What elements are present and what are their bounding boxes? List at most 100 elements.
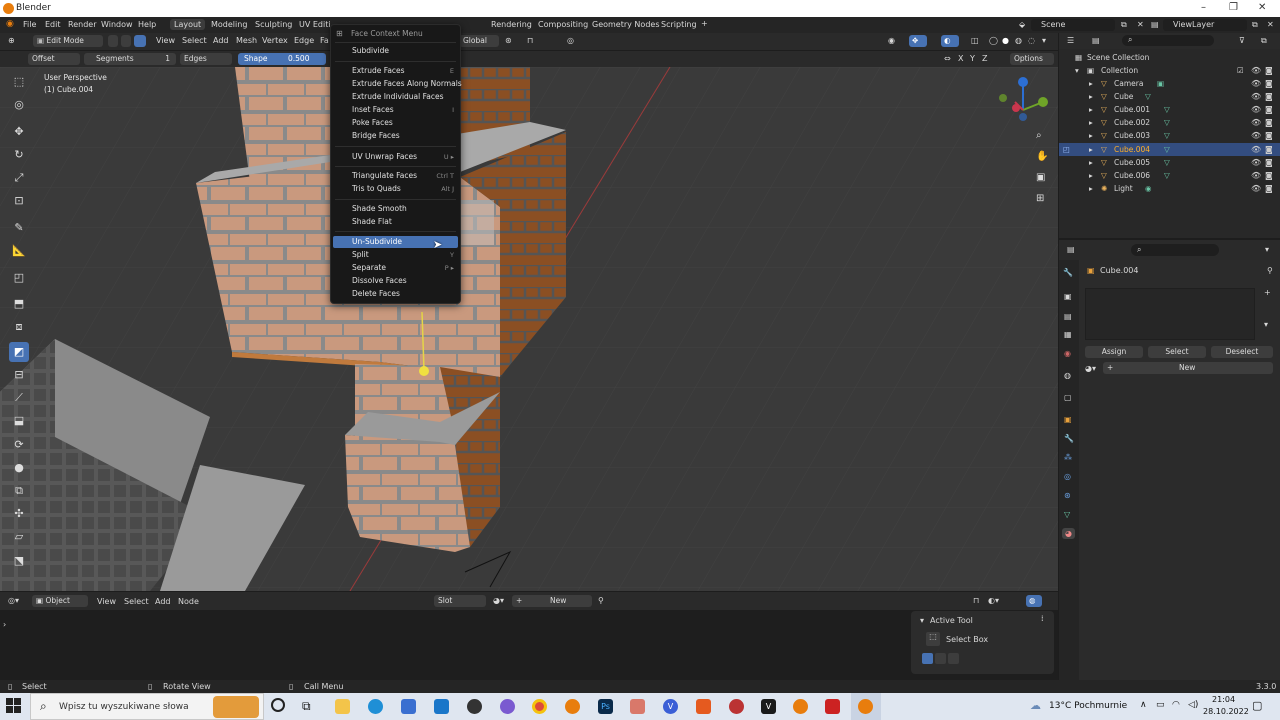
weather-text[interactable]: 13°C Pochmurnie xyxy=(1049,701,1127,711)
app-v-icon[interactable]: V xyxy=(663,699,678,714)
menu-item-tris-to-quads[interactable]: Tris to Quads Alt J xyxy=(333,183,458,195)
options-dropdown[interactable]: Options xyxy=(1010,53,1054,65)
volume-icon[interactable]: ◁) xyxy=(1188,700,1198,710)
expand-icon[interactable]: ▸ xyxy=(1089,90,1093,103)
eye-icon[interactable]: 👁 xyxy=(1251,77,1261,90)
blender-taskbar-icon[interactable] xyxy=(565,699,580,714)
windows-start-icon[interactable] xyxy=(6,698,22,714)
filter-icon[interactable]: ⊽ xyxy=(1239,36,1245,45)
tab-compositing[interactable]: Compositing xyxy=(538,20,588,29)
microsoft-store-icon[interactable] xyxy=(401,699,416,714)
menu-item-bridge-faces[interactable]: Bridge Faces xyxy=(333,130,458,142)
app-icon[interactable] xyxy=(825,699,840,714)
menu-view[interactable]: View xyxy=(97,597,116,606)
new-material-button[interactable]: + New xyxy=(1103,362,1273,374)
blender-menu-icon[interactable]: ◉ xyxy=(6,19,14,29)
outliner-collection[interactable]: ▾ ▣ Collection ☑ 👁 ◙ xyxy=(1059,64,1280,77)
eye-icon[interactable]: 👁 xyxy=(1251,64,1261,77)
pin-icon[interactable]: ⚲ xyxy=(1267,266,1273,275)
edge-slide-tool-icon[interactable]: ⧉ xyxy=(9,481,29,501)
menu-file[interactable]: File xyxy=(23,20,36,29)
camera-render-icon[interactable]: ◙ xyxy=(1265,103,1273,116)
camera-render-icon[interactable]: ◙ xyxy=(1265,182,1273,195)
eye-icon[interactable]: 👁 xyxy=(1251,129,1261,142)
annotate-tool-icon[interactable]: ✎ xyxy=(9,218,29,238)
camera-render-icon[interactable]: ◙ xyxy=(1265,156,1273,169)
tab-output-icon[interactable]: ▤ xyxy=(1064,312,1072,321)
shading-wireframe-icon[interactable]: ◯ xyxy=(989,36,998,45)
overlay-node-icon[interactable]: ◐▾ xyxy=(988,596,999,605)
outliner-item-cube[interactable]: ▸ ▽ Cube ▽ 👁 ◙ xyxy=(1059,90,1280,103)
tab-modeling[interactable]: Modeling xyxy=(211,20,247,29)
new-collection-icon[interactable]: ⧉ xyxy=(1261,36,1267,46)
menu-item-poke-faces[interactable]: Poke Faces xyxy=(333,117,458,129)
tab-world-icon[interactable]: ◍ xyxy=(1064,371,1071,380)
menu-item-shade-flat[interactable]: Shade Flat xyxy=(333,216,458,228)
shading-material-icon[interactable]: ◍ xyxy=(1015,36,1022,45)
offset-type-dropdown[interactable]: Offset xyxy=(28,53,80,65)
knife-tool-icon[interactable]: ⟋ xyxy=(9,388,29,408)
menu-edit[interactable]: Edit xyxy=(45,20,61,29)
menu-window[interactable]: Window xyxy=(101,20,133,29)
material-slot-list[interactable] xyxy=(1085,288,1255,340)
outliner-item-cube-004[interactable]: ◰ ▸ ▽ Cube.004 ▽ 👁 ◙ xyxy=(1059,143,1280,156)
material-browse-icon[interactable]: ◕▾ xyxy=(1085,364,1096,373)
blender-taskbar-icon[interactable] xyxy=(793,699,808,714)
drag-handle-icon[interactable]: ⁞ xyxy=(1041,614,1044,623)
menu-item-delete-faces[interactable]: Delete Faces xyxy=(333,288,458,300)
cortana-icon[interactable] xyxy=(271,698,285,712)
mode-extend-icon[interactable] xyxy=(935,653,946,664)
pan-hand-icon[interactable]: ✋ xyxy=(1036,151,1048,162)
camera-render-icon[interactable]: ◙ xyxy=(1265,143,1273,156)
eye-icon[interactable]: 👁 xyxy=(1251,116,1261,129)
snap-icon[interactable]: ⊓ xyxy=(527,36,533,45)
menu-vertex[interactable]: Vertex xyxy=(262,36,288,45)
app-icon[interactable] xyxy=(729,699,744,714)
new-material-button[interactable]: + New xyxy=(512,595,592,607)
overlay-toggle[interactable]: ◐ xyxy=(941,35,959,47)
close-icon[interactable]: ✕ xyxy=(1258,2,1266,13)
expand-collection-icon[interactable]: ▾ xyxy=(1075,64,1079,77)
tab-scripting[interactable]: Scripting xyxy=(661,20,697,29)
menu-item-extrude-along-normals[interactable]: Extrude Faces Along Normals xyxy=(333,78,462,90)
smooth-tool-icon[interactable]: ● xyxy=(9,458,29,478)
network-icon[interactable]: ▭ xyxy=(1156,700,1165,710)
minimize-icon[interactable]: – xyxy=(1201,2,1206,13)
photoshop-icon[interactable]: Ps xyxy=(598,699,613,714)
menu-item-triangulate[interactable]: Triangulate Faces Ctrl T xyxy=(333,170,458,182)
app-v2-icon[interactable]: V xyxy=(761,699,776,714)
mode-set-icon[interactable] xyxy=(922,653,933,664)
tab-tool-icon[interactable]: 🔧 xyxy=(1063,268,1073,277)
expand-icon[interactable]: ▸ xyxy=(1089,182,1093,195)
mirror-x-toggle[interactable]: X xyxy=(958,54,963,63)
menu-select[interactable]: Select xyxy=(124,597,149,606)
zoom-icon[interactable]: ⌕ xyxy=(1036,130,1042,141)
tab-constraints-icon[interactable]: ⊛ xyxy=(1064,491,1071,500)
new-viewlayer-icon[interactable]: ⧉ xyxy=(1252,20,1258,30)
transform-orientation[interactable]: Global xyxy=(459,35,499,47)
pivot-icon[interactable]: ⊛ xyxy=(505,36,512,45)
menu-add[interactable]: Add xyxy=(213,36,229,45)
loop-cut-tool-icon[interactable]: ⊟ xyxy=(9,365,29,385)
menu-edge[interactable]: Edge xyxy=(294,36,314,45)
shrink-fatten-tool-icon[interactable]: ✣ xyxy=(9,504,29,524)
rotate-tool-icon[interactable]: ↻ xyxy=(9,145,29,165)
display-mode-icon[interactable]: ▤ xyxy=(1092,36,1100,45)
snap-node-icon[interactable]: ⊓ xyxy=(973,596,979,605)
outliner-item-cube-003[interactable]: ▸ ▽ Cube.003 ▽ 👁 ◙ xyxy=(1059,129,1280,142)
properties-options-icon[interactable]: ▾ xyxy=(1265,245,1269,254)
mirror-z-toggle[interactable]: Z xyxy=(982,54,987,63)
wifi-icon[interactable]: ◠ xyxy=(1172,700,1180,710)
obs-icon[interactable] xyxy=(467,699,482,714)
edge-browser-icon[interactable] xyxy=(368,699,383,714)
expand-icon[interactable]: ▸ xyxy=(1089,129,1093,142)
eye-icon[interactable]: 👁 xyxy=(1251,182,1261,195)
node-overlay-toggle[interactable]: ◍ xyxy=(1026,595,1042,607)
clock-time[interactable]: 21:04 xyxy=(1212,695,1235,704)
tab-rendering[interactable]: Rendering xyxy=(491,20,532,29)
segments-field[interactable]: Segments 1 xyxy=(84,53,176,65)
menu-select[interactable]: Select xyxy=(182,36,207,45)
eye-icon[interactable]: 👁 xyxy=(1251,169,1261,182)
clock-date[interactable]: 28.10.2022 xyxy=(1203,707,1249,716)
outliner-item-cube-001[interactable]: ▸ ▽ Cube.001 ▽ 👁 ◙ xyxy=(1059,103,1280,116)
